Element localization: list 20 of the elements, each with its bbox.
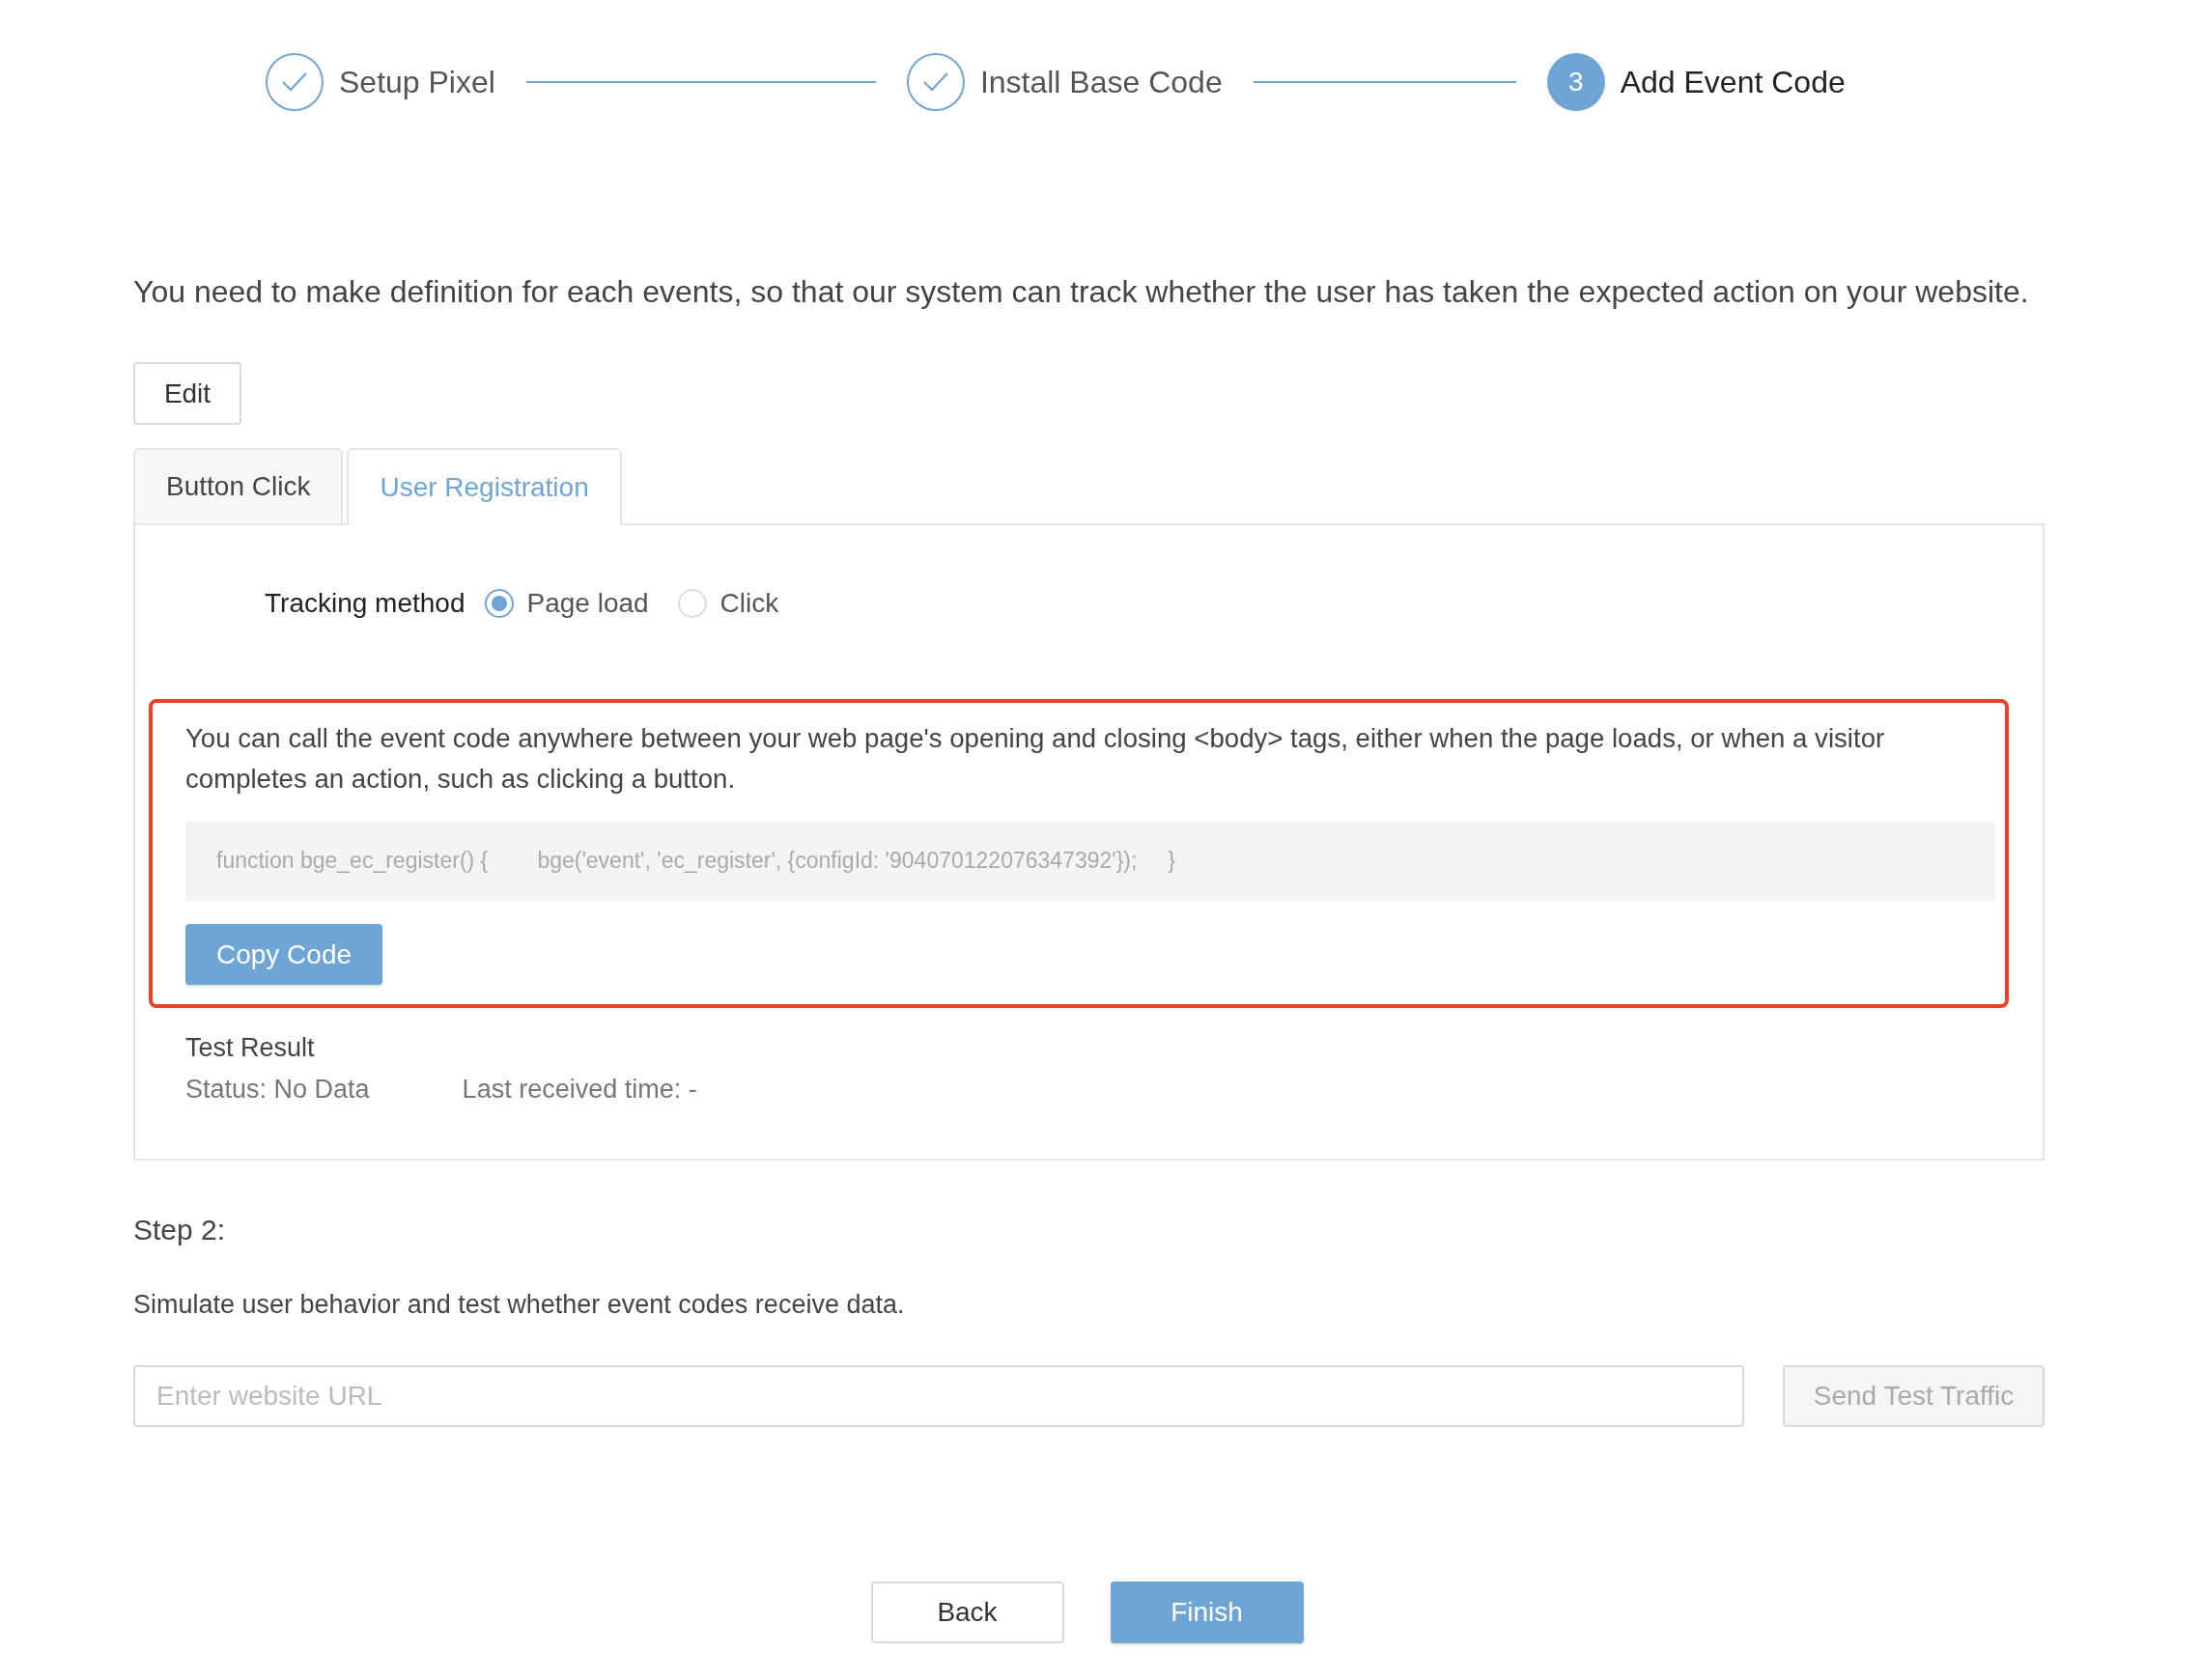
radio-label[interactable]: Click xyxy=(719,588,779,619)
radio-button[interactable] xyxy=(484,589,514,618)
field-label: Tracking method xyxy=(265,588,465,619)
code-snippet: function bge_ec_register() { bge('event', 'ec_register', {configId: '904070122076347392'}); } xyxy=(185,821,1995,901)
edit-button[interactable]: Edit xyxy=(133,362,241,425)
step-number: 3 xyxy=(1546,53,1605,111)
radio-label[interactable]: Page load xyxy=(526,588,649,619)
step-heading: Step 2: xyxy=(133,1214,227,1246)
url-input-field[interactable]: Enter website URL xyxy=(133,1365,1744,1427)
step-description: Simulate user behavior and test whether event codes receive data. xyxy=(133,1290,906,1320)
last-received-text: Last received time: - xyxy=(462,1075,697,1105)
description-text: You can call the event code anywhere between your web page's opening and closing <body> tags, either when the page loads, or when a visitor completes an action, such as clicking a button. xyxy=(185,722,1886,796)
status-text: Status: No Data xyxy=(185,1075,370,1105)
step-label: Setup Pixel xyxy=(339,64,495,100)
back-button[interactable]: Back xyxy=(870,1582,1064,1643)
step-label: Add Event Code xyxy=(1620,64,1846,100)
intro-text: You need to make definition for each events, so that our system can track whether the user has taken the expected action on your website. xyxy=(133,274,2030,310)
section-title: Test Result xyxy=(185,1033,316,1063)
step-label: Install Base Code xyxy=(979,64,1223,100)
tab[interactable]: Button Click xyxy=(133,448,344,523)
